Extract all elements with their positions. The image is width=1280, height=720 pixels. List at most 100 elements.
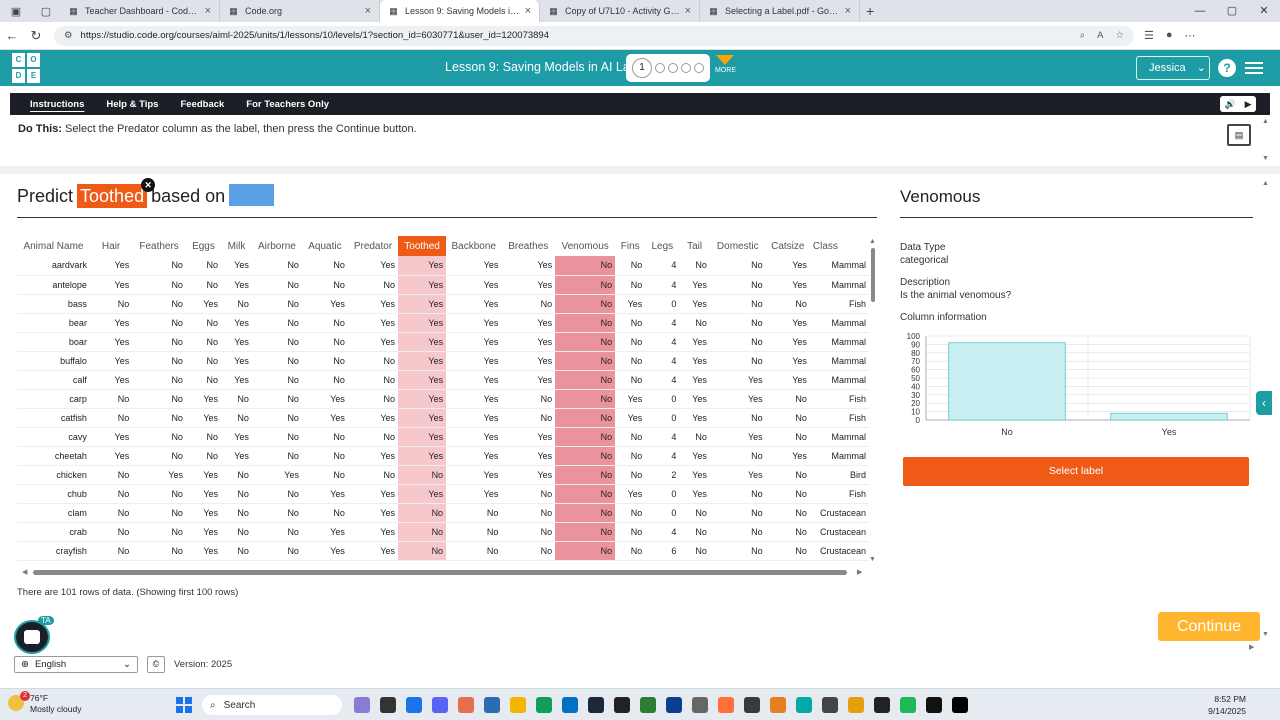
- back-icon[interactable]: ←: [0, 28, 24, 43]
- table-cell[interactable]: Yes: [89, 370, 133, 390]
- table-cell[interactable]: No: [398, 522, 447, 542]
- table-cell[interactable]: Yes: [615, 484, 646, 504]
- taskbar-app-icon[interactable]: [562, 697, 578, 713]
- close-window-button[interactable]: ✕: [1248, 0, 1280, 22]
- table-cell[interactable]: Yes: [398, 389, 447, 409]
- table-cell[interactable]: Yes: [398, 275, 447, 295]
- ai-teaching-assistant-button[interactable]: TA: [14, 616, 54, 654]
- close-tab-icon[interactable]: ×: [525, 5, 531, 17]
- table-cell[interactable]: No: [347, 370, 399, 390]
- label-chip[interactable]: Toothed ✕: [77, 178, 156, 208]
- level-bubble[interactable]: [681, 63, 691, 73]
- table-cell[interactable]: Yes: [347, 408, 399, 428]
- tab-for-teachers[interactable]: For Teachers Only: [246, 99, 329, 110]
- table-cell[interactable]: No: [709, 522, 766, 542]
- table-cell[interactable]: No: [709, 408, 766, 428]
- table-cell[interactable]: No: [89, 484, 133, 504]
- table-cell[interactable]: Mammal: [809, 275, 869, 295]
- help-button[interactable]: ?: [1218, 59, 1236, 77]
- table-cell[interactable]: No: [615, 275, 646, 295]
- column-header[interactable]: Airborne: [252, 236, 302, 256]
- table-cell[interactable]: No: [709, 351, 766, 371]
- table-cell[interactable]: No: [185, 313, 221, 333]
- table-cell[interactable]: No: [301, 465, 348, 485]
- column-header[interactable]: Eggs: [186, 236, 221, 256]
- table-cell[interactable]: Yes: [501, 370, 556, 390]
- browser-tab[interactable]: ▦ Code.org ×: [220, 0, 380, 22]
- panel-scroll-down-icon[interactable]: ▼: [1262, 631, 1269, 638]
- maximize-button[interactable]: ▢: [1216, 0, 1248, 22]
- lesson-title[interactable]: Lesson 9: Saving Models in AI Lab: [445, 60, 637, 74]
- table-cell[interactable]: No: [301, 351, 348, 371]
- table-cell[interactable]: No: [679, 313, 710, 333]
- table-cell[interactable]: No: [251, 294, 302, 314]
- table-cell[interactable]: Yes: [679, 484, 710, 504]
- table-cell[interactable]: No: [615, 370, 646, 390]
- table-cell[interactable]: No: [501, 522, 556, 542]
- table-cell[interactable]: No: [709, 332, 766, 352]
- table-cell[interactable]: Yes: [398, 370, 447, 390]
- table-cell[interactable]: Mammal: [809, 332, 869, 352]
- table-cell[interactable]: No: [398, 465, 447, 485]
- table-cell[interactable]: Yes: [301, 541, 348, 561]
- table-cell[interactable]: No: [765, 427, 810, 447]
- table-cell[interactable]: No: [347, 389, 399, 409]
- table-cell[interactable]: Yes: [765, 313, 810, 333]
- column-header[interactable]: Class: [810, 236, 869, 256]
- table-cell[interactable]: No: [709, 275, 766, 295]
- table-cell[interactable]: Yes: [446, 446, 502, 466]
- volume-icon[interactable]: 🔊: [1224, 99, 1235, 110]
- table-cell[interactable]: No: [251, 351, 302, 371]
- table-cell[interactable]: No: [221, 389, 252, 409]
- taskbar-app-icon[interactable]: [458, 697, 474, 713]
- table-cell[interactable]: No: [185, 351, 221, 371]
- table-scroll-down-icon[interactable]: ▼: [869, 556, 876, 563]
- table-cell[interactable]: No: [615, 446, 646, 466]
- table-cell[interactable]: Yes: [709, 370, 766, 390]
- column-header[interactable]: Catsize: [766, 236, 810, 256]
- table-cell[interactable]: Yes: [446, 256, 502, 276]
- table-cell[interactable]: Yes: [221, 446, 252, 466]
- windows-start-icon[interactable]: [176, 697, 192, 713]
- table-cell[interactable]: No: [185, 446, 221, 466]
- system-clock[interactable]: 8:52 PM 9/14/2025: [1208, 693, 1246, 717]
- close-tab-icon[interactable]: ×: [685, 5, 691, 17]
- table-cell[interactable]: No: [615, 351, 646, 371]
- table-cell[interactable]: Yes: [398, 484, 447, 504]
- taskbar-app-icon[interactable]: [484, 697, 500, 713]
- table-cell[interactable]: No: [132, 370, 186, 390]
- table-cell[interactable]: Yes: [347, 256, 399, 276]
- table-cell[interactable]: No: [709, 484, 766, 504]
- table-cell[interactable]: No: [132, 256, 186, 276]
- table-cell[interactable]: No: [251, 389, 302, 409]
- table-cell[interactable]: 0: [645, 389, 680, 409]
- table-cell[interactable]: No: [132, 351, 186, 371]
- table-cell[interactable]: Yes: [89, 256, 133, 276]
- table-cell[interactable]: Yes: [301, 484, 348, 504]
- bar-yes[interactable]: [1110, 412, 1228, 421]
- close-tab-icon[interactable]: ×: [845, 5, 851, 17]
- table-cell[interactable]: Yes: [398, 294, 447, 314]
- table-cell[interactable]: Yes: [709, 465, 766, 485]
- tab-feedback[interactable]: Feedback: [180, 99, 224, 110]
- column-header[interactable]: Feathers: [132, 236, 186, 256]
- table-cell[interactable]: Yes: [89, 332, 133, 352]
- taskbar-app-icon[interactable]: [510, 697, 526, 713]
- table-cell[interactable]: No: [89, 503, 133, 523]
- table-cell[interactable]: Yes: [446, 484, 502, 504]
- table-cell[interactable]: Yes: [679, 370, 710, 390]
- column-header[interactable]: Legs: [645, 236, 679, 256]
- table-cell[interactable]: 4: [645, 446, 680, 466]
- table-cell[interactable]: Yes: [398, 332, 447, 352]
- table-cell[interactable]: No: [251, 427, 302, 447]
- taskbar-app-icon[interactable]: [952, 697, 968, 713]
- table-cell[interactable]: No: [185, 256, 221, 276]
- table-cell[interactable]: Yes: [347, 484, 399, 504]
- minimize-button[interactable]: —: [1184, 0, 1216, 22]
- table-cell[interactable]: 0: [645, 294, 680, 314]
- table-cell[interactable]: No: [251, 446, 302, 466]
- table-cell[interactable]: Yes: [765, 256, 810, 276]
- table-cell[interactable]: No: [555, 465, 616, 485]
- user-menu[interactable]: Jessica ⌄: [1136, 56, 1210, 80]
- table-cell[interactable]: Yes: [765, 275, 810, 295]
